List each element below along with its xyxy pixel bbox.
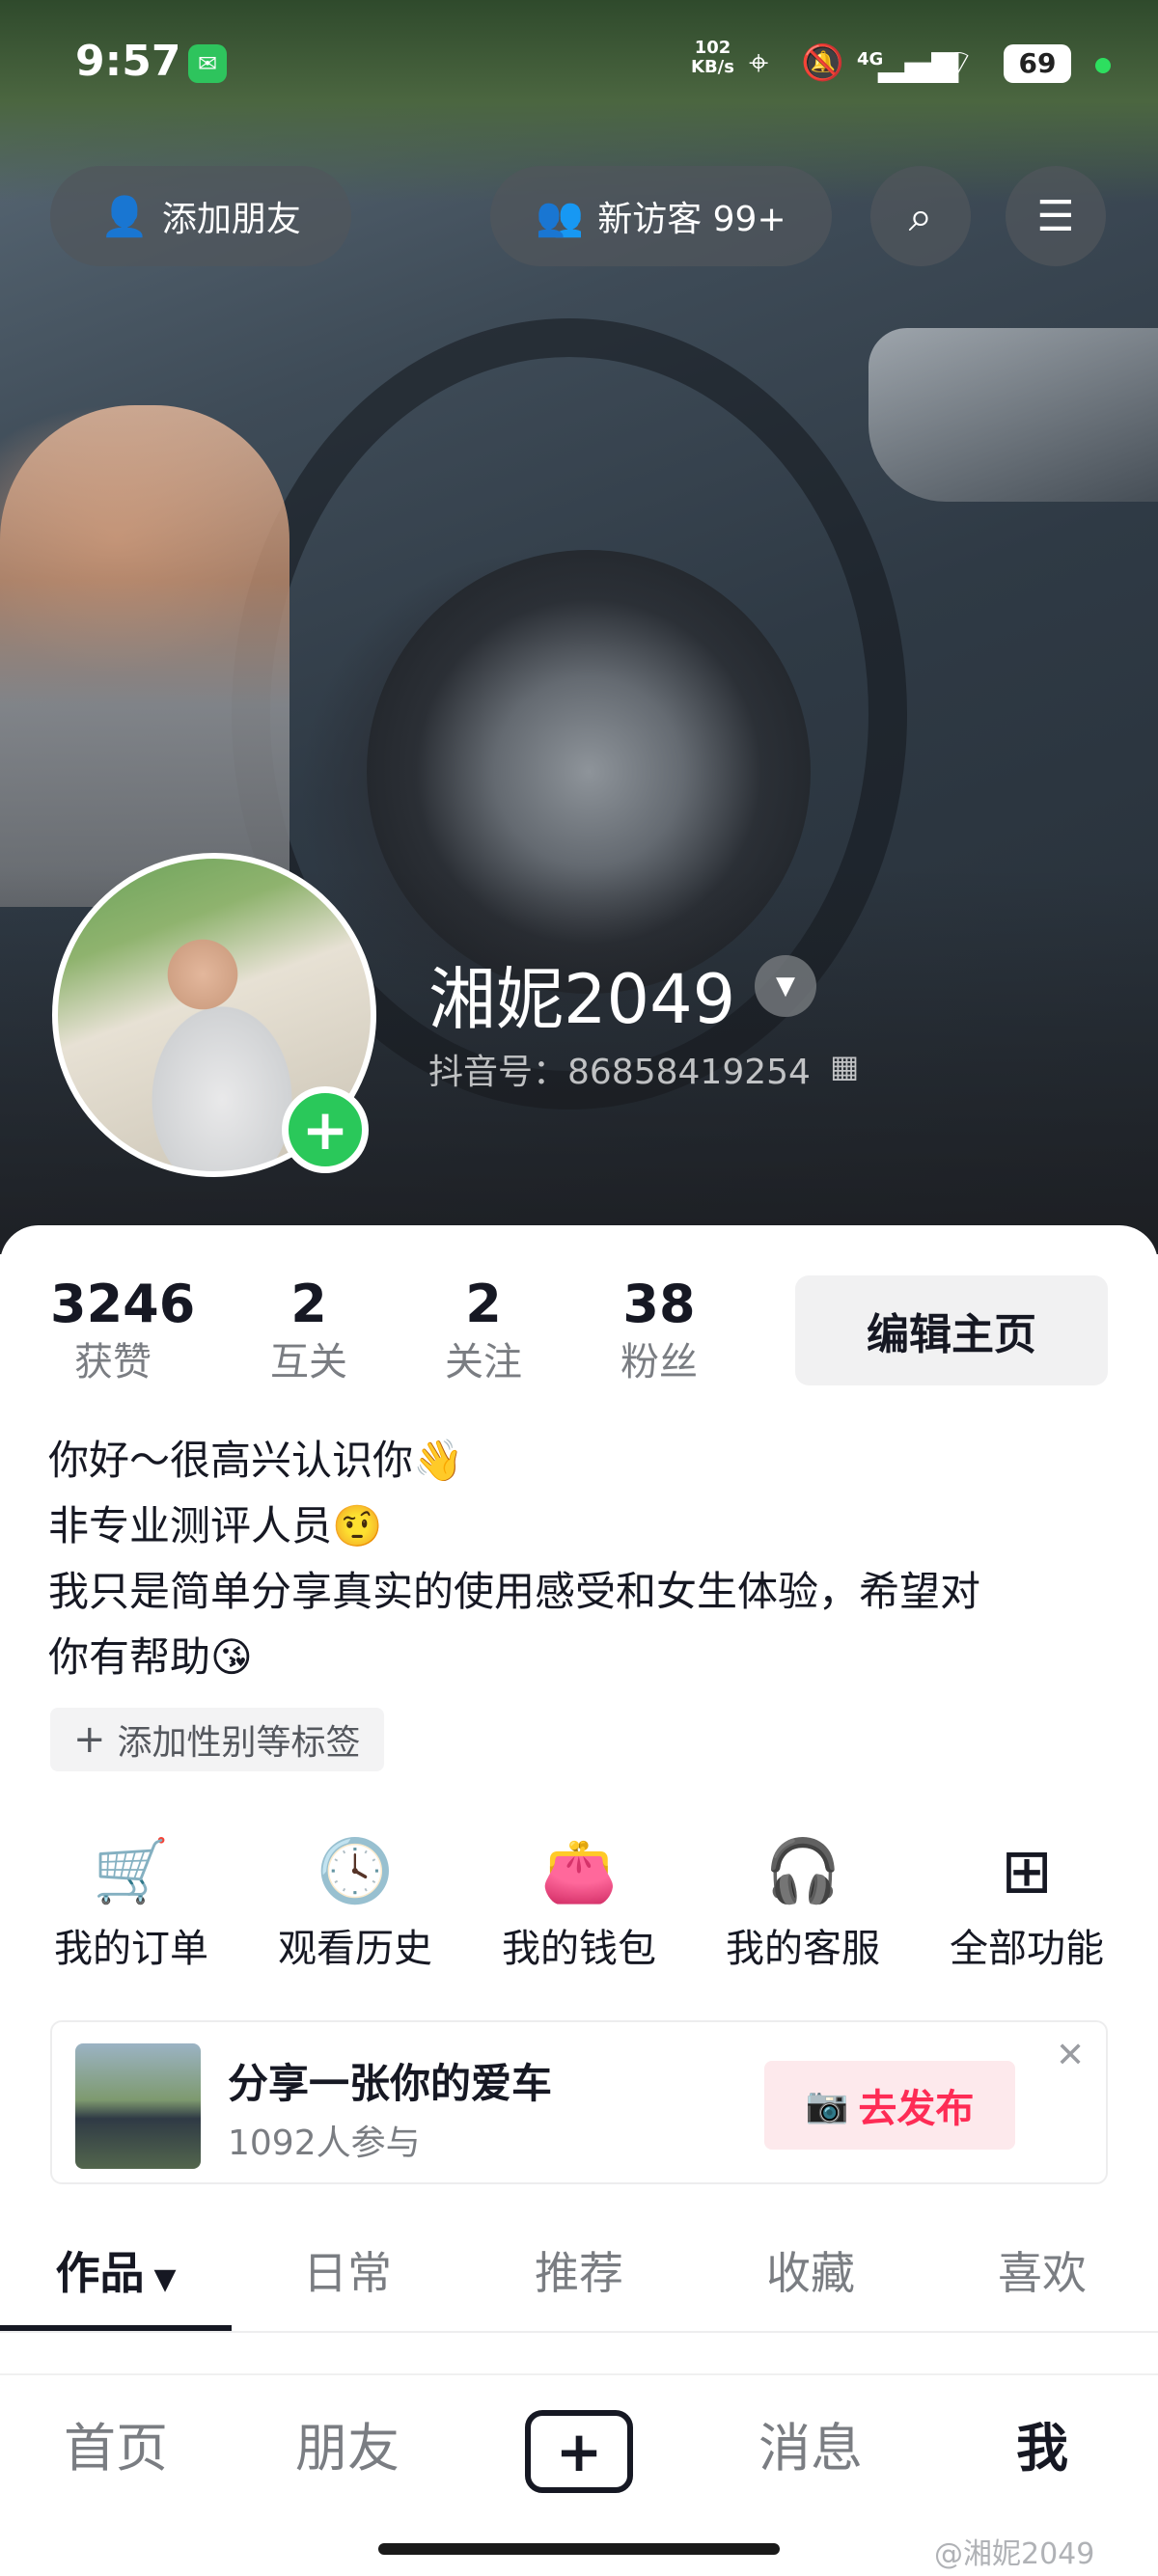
bio-line: 非专业测评人员🤨: [48, 1502, 383, 1549]
stat-mutual-label: 互关: [270, 1340, 347, 1384]
hamburger-menu-icon: ☰: [1036, 191, 1075, 241]
shortcut-watch-history[interactable]: 🕓 观看历史: [259, 1833, 452, 1978]
new-visitors-label: 新访客 99+: [597, 200, 786, 239]
tab-daily[interactable]: 日常: [232, 2234, 463, 2312]
bio-line: 你好～很高兴认识你👋: [48, 1437, 464, 1484]
shortcut-all-features[interactable]: ⊞ 全部功能: [930, 1833, 1123, 1978]
stat-followers-count: 38: [622, 1274, 696, 1334]
shortcut-label: 全部功能: [950, 1927, 1104, 1971]
grid-icon: ⊞: [1001, 1836, 1053, 1907]
shortcut-my-orders[interactable]: 🛒 我的订单: [35, 1833, 228, 1978]
add-friend-label: 添加朋友: [161, 200, 301, 239]
plus-icon: +: [73, 1717, 106, 1762]
wifi-icon: ⌔: [942, 43, 975, 83]
promo-thumbnail: [75, 2043, 201, 2169]
stat-likes-count: 3246: [50, 1274, 196, 1334]
publish-button[interactable]: 📷 去发布: [764, 2061, 1015, 2150]
shortcut-label: 我的订单: [54, 1927, 208, 1971]
qr-code-icon[interactable]: ▦: [830, 1048, 859, 1084]
shortcut-wallet[interactable]: 👛 我的钱包: [482, 1833, 676, 1978]
caret-down-icon: ▼: [153, 2262, 177, 2296]
people-icon: 👥: [536, 194, 585, 239]
network-speed-value: 102: [694, 38, 731, 58]
battery-indicator: 69: [1004, 44, 1071, 83]
tab-works[interactable]: 作品 ▼: [0, 2234, 232, 2318]
network-speed: 102 KB/s: [691, 39, 734, 77]
status-bar: 9:57 ✉ 102 KB/s ⌖ 🔕 4G ▂▄▆ ⌔ 69: [0, 0, 1158, 116]
add-user-icon: 👤: [100, 194, 149, 239]
wechat-notification-icon: ✉: [188, 44, 227, 83]
chevron-down-icon: ▼: [776, 972, 795, 1000]
nav-messages[interactable]: 消息: [695, 2410, 926, 2487]
stat-following-count: 2: [465, 1274, 502, 1334]
privacy-dot-icon: [1095, 58, 1111, 73]
shortcut-label: 我的客服: [726, 1927, 880, 1971]
nav-friends[interactable]: 朋友: [232, 2410, 463, 2487]
tab-recommended[interactable]: 推荐: [463, 2234, 695, 2312]
shortcut-label: 我的钱包: [502, 1927, 656, 1971]
cart-icon: 🛒: [93, 1836, 170, 1907]
promo-participants: 1092人参与: [228, 2124, 421, 2163]
menu-button[interactable]: ☰: [1006, 166, 1106, 266]
promo-title: 分享一张你的爱车: [228, 2060, 553, 2107]
douyin-id[interactable]: 抖音号：86858419254: [428, 1044, 811, 1094]
tab-likes[interactable]: 喜欢: [926, 2234, 1158, 2312]
headset-icon: 🎧: [764, 1836, 841, 1907]
edit-profile-button[interactable]: 编辑主页: [795, 1275, 1108, 1385]
bio-line: 你有帮助😘: [48, 1633, 253, 1681]
weibo-watermark: @湘妮2049: [934, 2537, 1095, 2571]
stat-mutual[interactable]: 2 互关: [246, 1274, 372, 1389]
stat-following-label: 关注: [445, 1340, 522, 1384]
search-icon: ⌕: [908, 191, 933, 241]
share-car-promo-card[interactable]: 分享一张你的爱车 1092人参与 📷 去发布 ✕: [50, 2020, 1108, 2184]
bio-line: 我只是简单分享真实的使用感受和女生体验，希望对: [48, 1568, 981, 1615]
stat-followers-label: 粉丝: [620, 1340, 698, 1384]
tab-works-label: 作品: [55, 2247, 145, 2299]
stat-followers[interactable]: 38 粉丝: [596, 1274, 722, 1389]
add-tags-label: 添加性别等标签: [117, 1723, 361, 1763]
tabs-divider: [0, 2331, 1158, 2333]
cover-person: [0, 405, 290, 907]
add-tags-button[interactable]: + 添加性别等标签: [50, 1708, 384, 1771]
tab-favorites[interactable]: 收藏: [695, 2234, 926, 2312]
profile-tabs: 作品 ▼ 日常 推荐 收藏 喜欢: [0, 2234, 1158, 2335]
new-visitors-button[interactable]: 👥 新访客 99+: [490, 166, 832, 266]
cover-car-headlight: [868, 328, 1158, 502]
shortcut-label: 观看历史: [278, 1927, 432, 1971]
status-time: 9:57: [75, 37, 181, 86]
account-switch-button[interactable]: ▼: [755, 955, 816, 1017]
home-indicator[interactable]: [378, 2543, 780, 2555]
create-post-button[interactable]: +: [525, 2410, 633, 2493]
stat-likes[interactable]: 3246 获赞: [50, 1274, 196, 1389]
clock-icon: 🕓: [317, 1836, 394, 1907]
profile-nickname[interactable]: 湘妮2049: [428, 945, 735, 1043]
nav-me[interactable]: 我: [926, 2410, 1158, 2487]
camera-icon: 📷: [805, 2086, 849, 2125]
stat-mutual-count: 2: [290, 1274, 327, 1334]
close-icon[interactable]: ✕: [1056, 2036, 1085, 2075]
stat-following[interactable]: 2 关注: [421, 1274, 546, 1389]
avatar-add-button[interactable]: +: [282, 1086, 369, 1173]
stat-likes-label: 获赞: [74, 1340, 152, 1384]
plus-icon: +: [555, 2419, 603, 2484]
plus-icon: +: [301, 1097, 349, 1163]
search-button[interactable]: ⌕: [870, 166, 971, 266]
add-friend-button[interactable]: 👤 添加朋友: [50, 166, 351, 266]
publish-label: 去发布: [858, 2087, 975, 2131]
network-speed-unit: KB/s: [691, 57, 734, 77]
profile-bio[interactable]: 你好～很高兴认识你👋 非专业测评人员🤨 我只是简单分享真实的使用感受和女生体验，…: [48, 1428, 1110, 1690]
nav-home[interactable]: 首页: [0, 2410, 232, 2487]
wallet-icon: 👛: [540, 1836, 618, 1907]
mute-icon: 🔕: [801, 43, 844, 83]
shortcut-customer-service[interactable]: 🎧 我的客服: [706, 1833, 899, 1978]
location-icon: ⌖: [749, 43, 769, 83]
